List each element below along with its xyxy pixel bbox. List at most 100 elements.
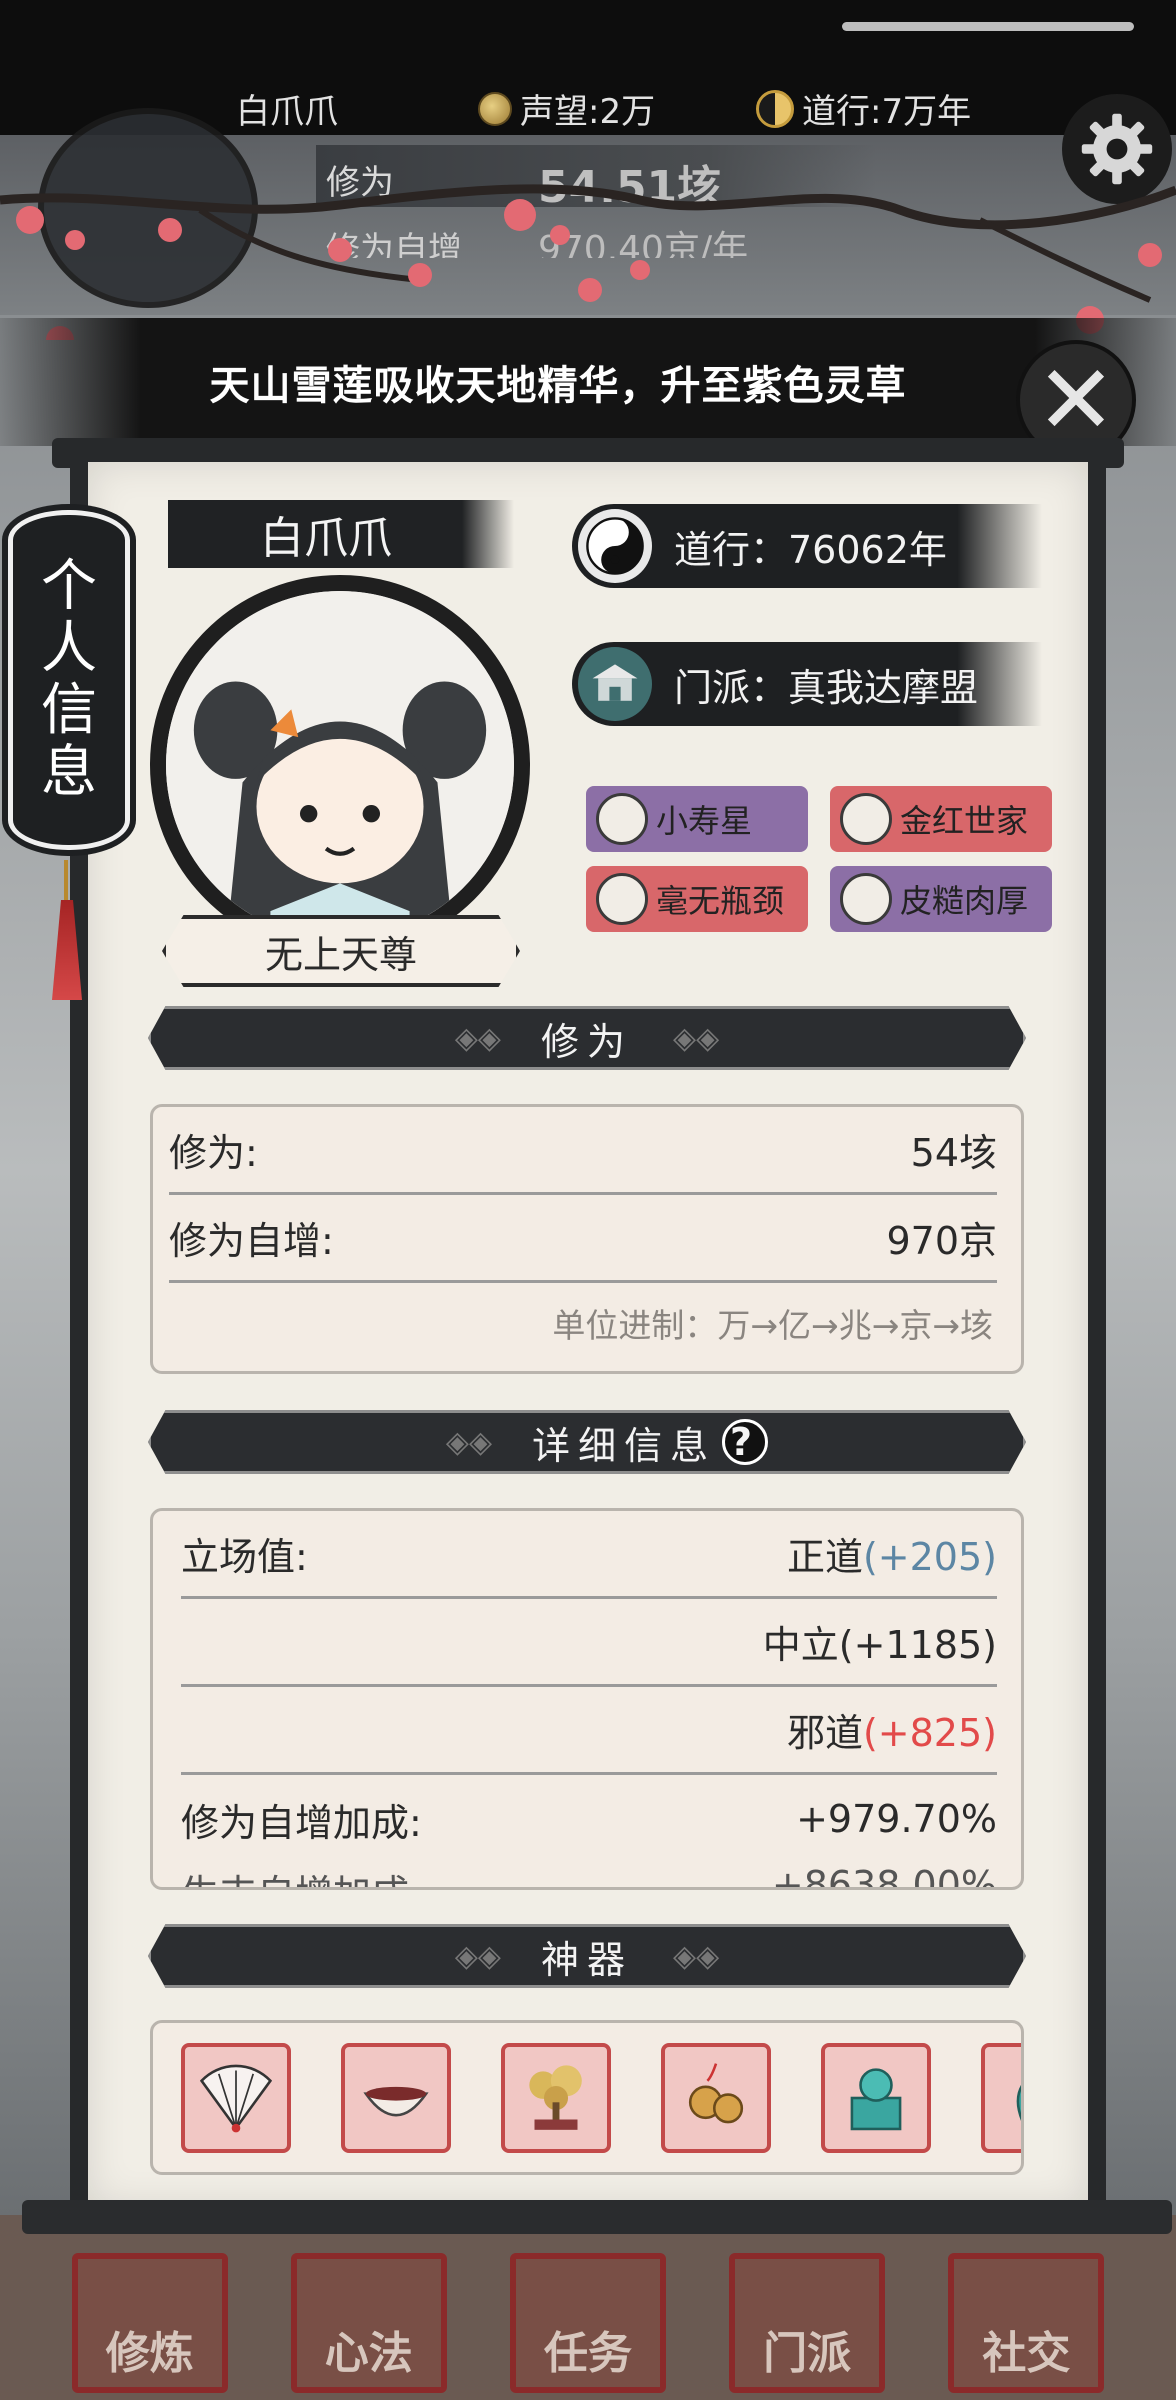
auto-gain-label: 修为自增 [326,230,462,258]
stance-name: 正道 [786,1535,863,1579]
row-value: +8638.00% [771,1863,997,1890]
row-value: 970京 [886,1219,997,1263]
row-label: 立场值: [181,1535,308,1579]
artifact-slot[interactable] [821,2042,931,2153]
title-plate: 无上天尊 [162,915,520,987]
notification-banner: 天山雪莲吸收天地精华，升至紫色灵草 [0,318,1176,446]
stance-delta: (+1185) [838,1623,997,1667]
stance-neutral: 中立(+1185) [763,1614,997,1669]
dao-text: 道行:7万年 [802,92,972,132]
money-bag-icon [840,793,892,845]
stance-name: 中立 [762,1623,839,1667]
nav-social[interactable]: 社交 [948,2252,1105,2393]
cultivation-box: 修为: 54垓 修为自增: 970京 单位进制：万→亿→兆→京→垓 [150,1104,1024,1374]
character-avatar[interactable] [150,575,530,955]
nav-label: 心法 [324,2327,413,2379]
section-header-artifacts: ◈◈ 神器 ◈◈ [148,1924,1026,1988]
diamond-ornament-icon: ◈◈ [673,1020,720,1056]
home-indicator [842,22,1134,31]
bells-icon [688,2062,744,2123]
row-value: +979.70% [796,1797,997,1841]
cultivation-row: 修为自增: 970京 [169,1195,997,1283]
cultivation-row: 修为: 54垓 [169,1107,997,1195]
nav-techniques[interactable]: 心法 [290,2252,447,2393]
trait-badge[interactable]: 金红世家 [830,786,1052,852]
stance-row: 邪道(+825) [181,1687,997,1775]
sect-value: 门派：真我达摩盟 [674,665,979,710]
cultivation-label: 修为 [326,163,394,203]
tab-char: 个 [41,554,97,619]
yin-yang-icon [578,509,652,583]
fist-icon [840,873,892,925]
tab-personal-info[interactable]: 个 人 信 息 [8,510,130,850]
section-header-cultivation: ◈◈ 修为 ◈◈ [148,1006,1026,1070]
row-value: 54垓 [910,1131,997,1175]
sect-info[interactable]: 门派：真我达摩盟 [572,642,1042,726]
trait-label: 小寿星 [656,802,753,840]
section-header-details: ◈◈ 详细信息 ? [148,1410,1026,1474]
dao-info: 道行：76062年 [572,504,1042,588]
trait-label: 皮糙肉厚 [900,882,1029,920]
row-label: 修为: [169,1131,258,1175]
bonus-row: 修为自增加成: +979.70% [181,1775,997,1863]
dao-value: 道行：76062年 [674,527,947,572]
row-label: 修为自增: [169,1219,334,1263]
section-title: 修为 [540,1019,633,1064]
sect-building-icon [578,647,652,721]
nav-cultivate[interactable]: 修炼 [71,2252,228,2393]
auto-gain-bar: 修为自增 970.40京/年 [316,218,876,258]
scroll-bottom-rod [22,2200,1172,2234]
hud-player-name: 白爪爪 [236,92,338,132]
nav-label: 门派 [763,2327,852,2379]
details-box[interactable]: 立场值: 正道(+205) 中立(+1185) 邪道(+825) 修为自增加成:… [150,1508,1024,1890]
artifact-slot[interactable] [981,2042,1021,2153]
diamond-ornament-icon: ◈◈ [454,1938,501,1974]
nav-label: 修炼 [105,2327,194,2379]
stance-name: 邪道 [786,1711,863,1755]
artifact-slot[interactable] [181,2042,291,2153]
artifact-slot[interactable] [501,2042,611,2153]
reputation-stat: 声望:2万 [478,84,655,133]
help-icon[interactable]: ? [722,1419,769,1465]
stance-evil: 邪道(+825) [787,1702,997,1757]
tab-char: 人 [41,616,97,681]
artifact-slot[interactable] [661,2042,771,2153]
dao-stat: 道行:7万年 [756,84,971,133]
trait-badge[interactable]: 皮糙肉厚 [830,866,1052,932]
trait-label: 金红世家 [900,802,1029,840]
gear-icon [1081,113,1153,185]
settings-button[interactable] [1062,94,1172,204]
fist-icon [596,873,648,925]
coin-icon [478,91,512,126]
taiji-icon [756,89,794,128]
section-title: 详细信息 [532,1423,717,1468]
bowl-icon [363,2086,429,2116]
hud-avatar[interactable] [38,108,258,308]
stance-row: 中立(+1185) [181,1599,997,1687]
diamond-ornament-icon: ◈◈ [673,1938,720,1974]
diamond-ornament-icon: ◈◈ [454,1020,501,1056]
artifact-list[interactable] [150,2020,1024,2175]
trait-badge[interactable]: 毫无瓶颈 [586,866,808,932]
character-title: 无上天尊 [264,932,417,977]
nav-sect[interactable]: 门派 [729,2252,886,2393]
cultivation-bar: 修为 54.51垓 [316,145,876,213]
stance-delta: (+205) [862,1535,997,1579]
tab-char: 息 [41,740,97,805]
stance-good: 正道(+205) [787,1526,997,1581]
bonus-row-partial: 生丰自增加成: +8638.00% [181,1863,997,1890]
nav-tasks[interactable]: 任务 [509,2252,666,2393]
name-plate: 白爪爪 [168,500,514,568]
character-portrait [166,591,514,939]
tassel-cord [64,860,68,900]
bottom-nav: 修炼 心法 任务 门派 社交 [0,2245,1176,2400]
vase-icon [1016,2084,1021,2121]
fan-icon [199,2064,273,2132]
reputation-text: 声望:2万 [520,92,656,132]
jade-seal-icon [850,2067,902,2130]
close-icon: ✕ [1035,344,1117,456]
scroll-icon [596,793,648,845]
trait-badge[interactable]: 小寿星 [586,786,808,852]
artifact-slot[interactable] [341,2042,451,2153]
trait-label: 毫无瓶颈 [656,882,785,920]
